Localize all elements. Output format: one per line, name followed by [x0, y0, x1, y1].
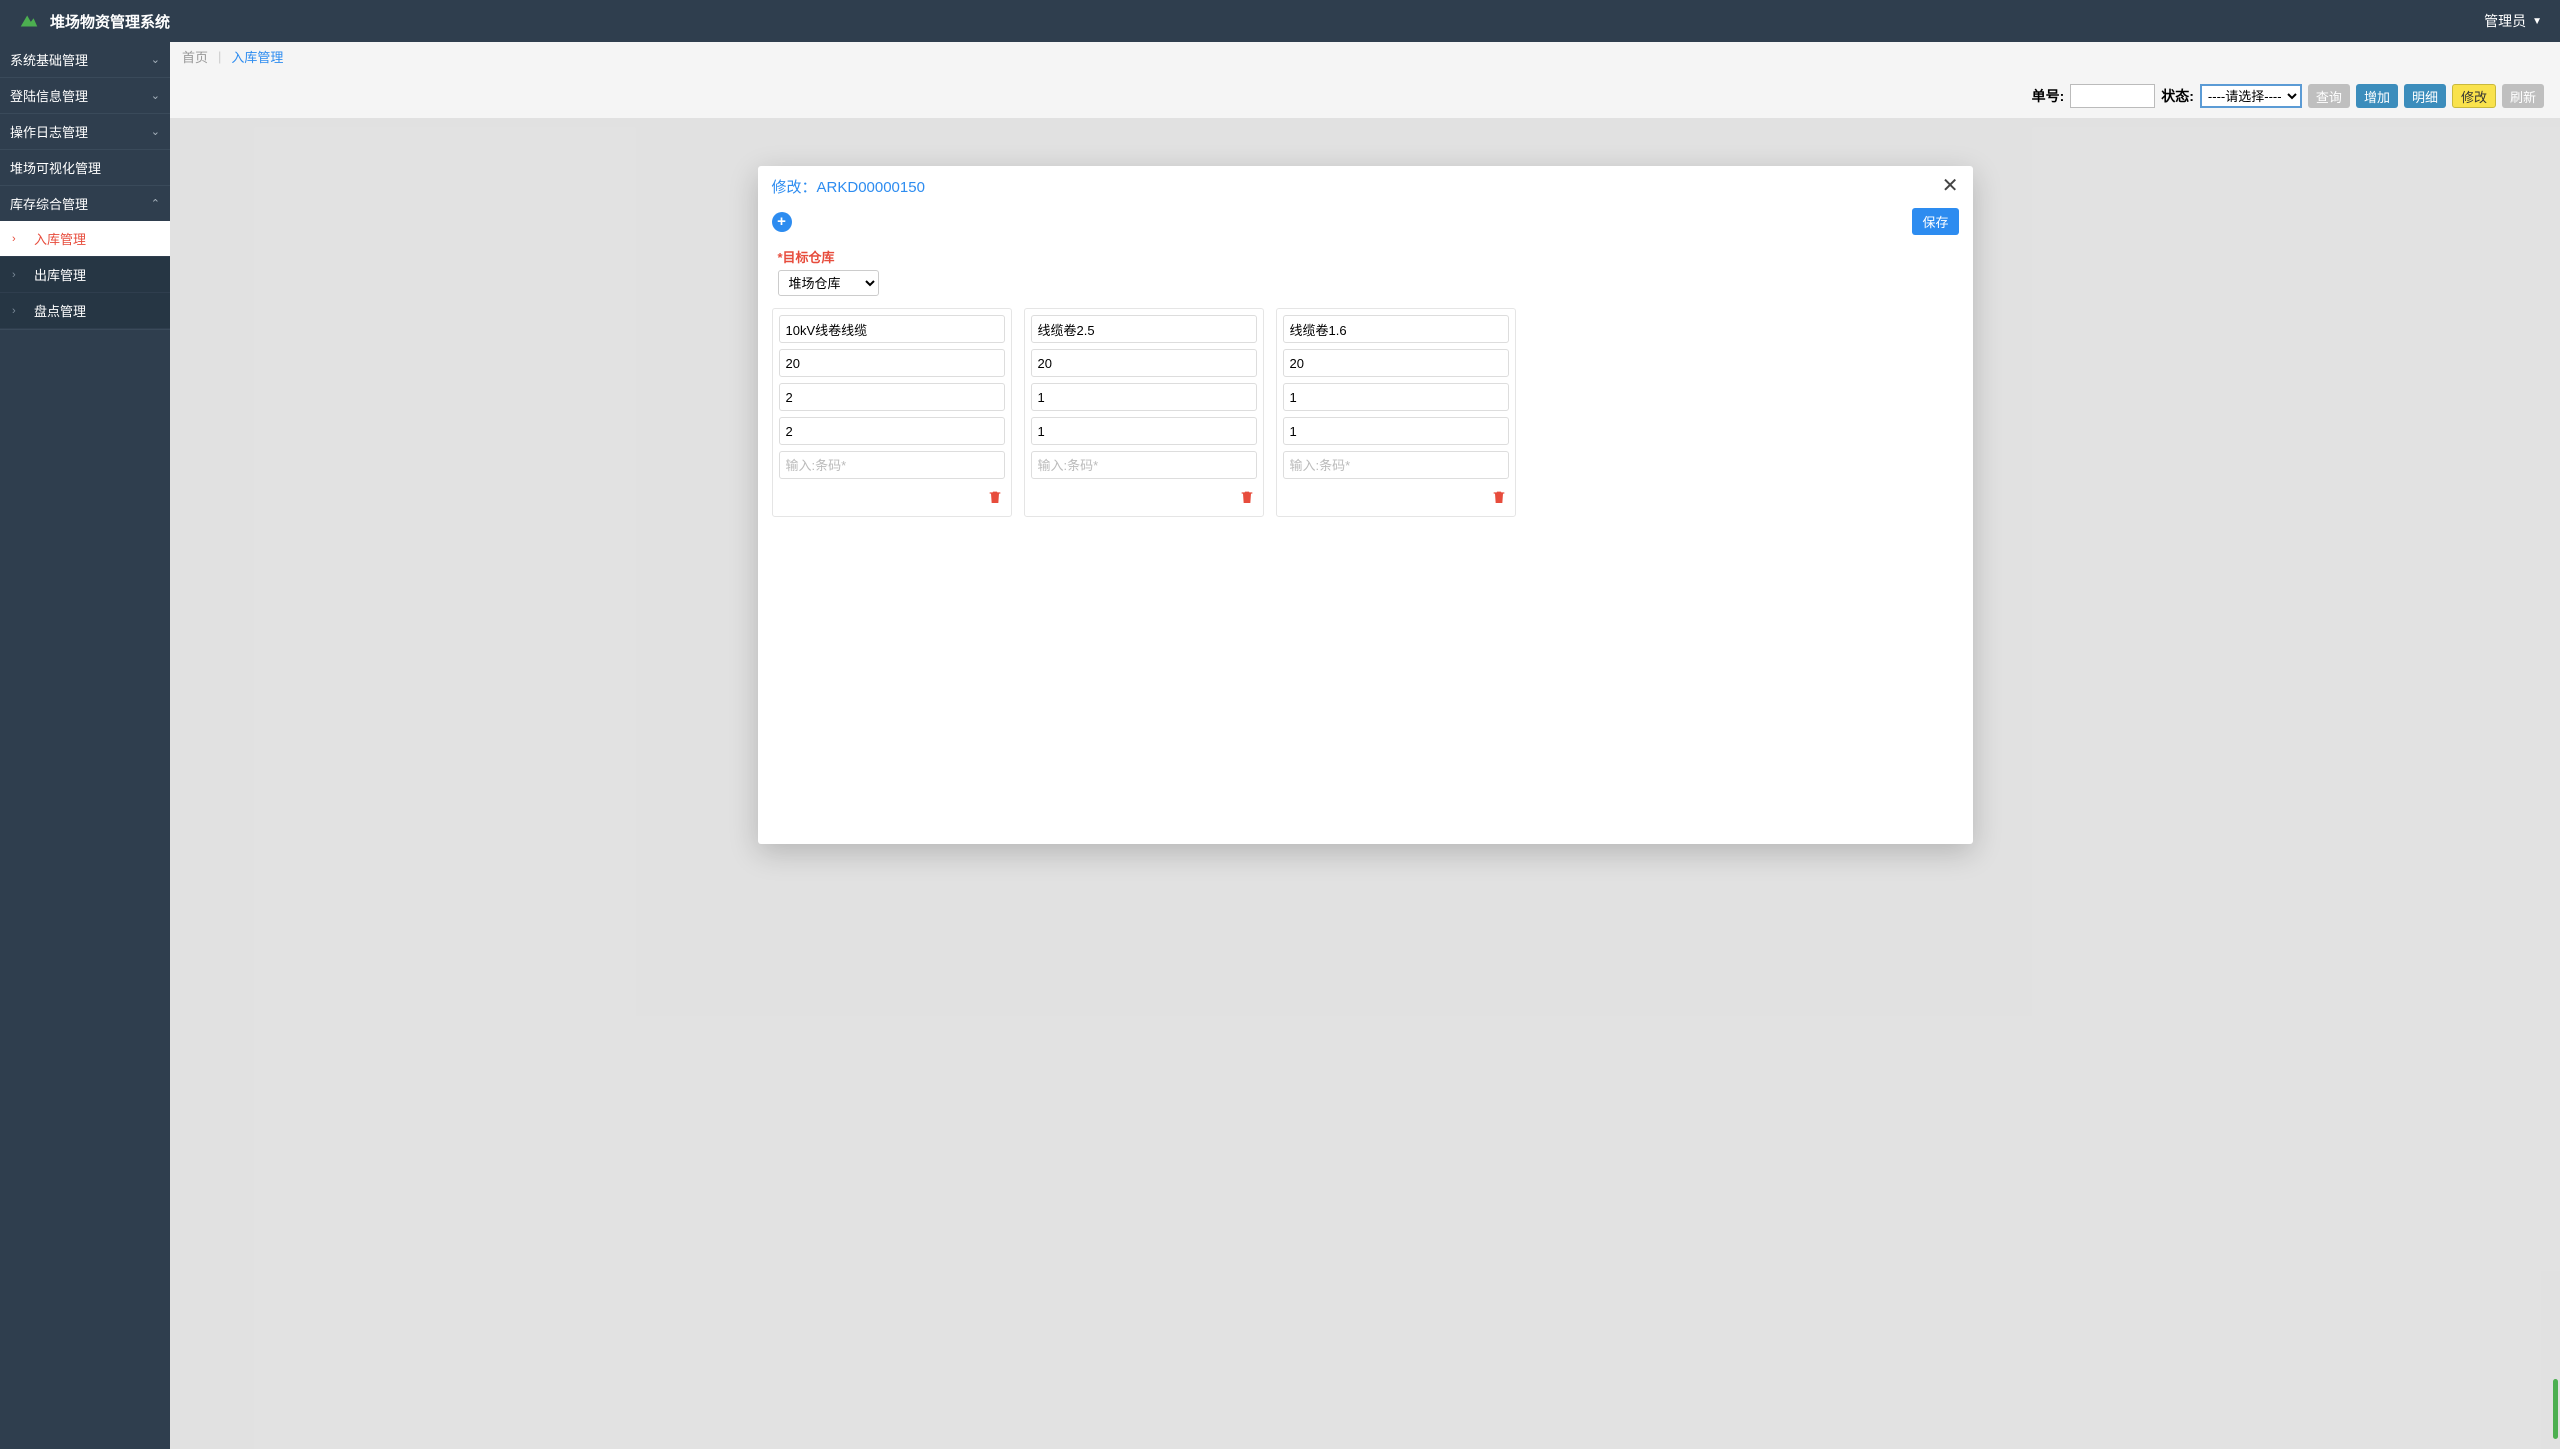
target-select[interactable]: 堆场仓库: [778, 270, 879, 296]
item-field-3[interactable]: [1283, 417, 1509, 445]
modal-title: 修改：ARKD00000150: [772, 176, 925, 197]
scroll-indicator[interactable]: [2553, 1379, 2558, 1439]
nav-label: 库存综合管理: [10, 194, 88, 213]
edit-modal: 修改：ARKD00000150 ✕ + 保存: [758, 166, 1973, 844]
item-field-2[interactable]: [1283, 383, 1509, 411]
nav-label: 系统基础管理: [10, 50, 88, 69]
user-menu[interactable]: 管理员 ▼: [2484, 11, 2542, 31]
item-name-input[interactable]: [779, 315, 1005, 343]
app-header: 堆场物资管理系统 管理员 ▼: [0, 0, 2560, 42]
modal-body: *目标仓库 堆场仓库: [758, 243, 1973, 844]
item-field-1[interactable]: [1031, 349, 1257, 377]
item-name-input[interactable]: [1283, 315, 1509, 343]
item-field-2[interactable]: [1031, 383, 1257, 411]
item-card: [1024, 308, 1264, 517]
modal-title-prefix: 修改：: [772, 179, 817, 196]
sidebar-item-label: 出库管理: [34, 265, 86, 284]
chevron-down-icon: ⌄: [151, 89, 160, 102]
close-button[interactable]: ✕: [1942, 176, 1959, 196]
nav-group-inventory[interactable]: 库存综合管理 ⌃: [0, 186, 170, 221]
target-warehouse-field: *目标仓库 堆场仓库: [772, 247, 1959, 296]
sidebar: 系统基础管理 ⌄ 登陆信息管理 ⌄ 操作日志管理 ⌄ 堆场可视化管理: [0, 42, 170, 1449]
sidebar-item-label: 入库管理: [34, 229, 86, 248]
chevron-up-icon: ⌃: [151, 197, 160, 210]
nav-label: 登陆信息管理: [10, 86, 88, 105]
item-barcode-input[interactable]: [779, 451, 1005, 479]
modal-toolbar: + 保存: [758, 206, 1973, 243]
sidebar-item-outbound[interactable]: › 出库管理: [0, 257, 170, 293]
item-field-2[interactable]: [779, 383, 1005, 411]
delete-item-button[interactable]: [1489, 487, 1509, 510]
modal-backdrop: 修改：ARKD00000150 ✕ + 保存: [170, 42, 2560, 1449]
chevron-right-icon: ›: [12, 269, 24, 281]
close-icon: ✕: [1942, 175, 1959, 197]
item-field-1[interactable]: [779, 349, 1005, 377]
item-card: [772, 308, 1012, 517]
sidebar-item-inbound[interactable]: › 入库管理: [0, 221, 170, 257]
delete-item-button[interactable]: [1237, 487, 1257, 510]
trash-icon: [987, 489, 1003, 505]
item-barcode-input[interactable]: [1031, 451, 1257, 479]
sidebar-item-inventory[interactable]: › 盘点管理: [0, 293, 170, 329]
chevron-down-icon: ⌄: [151, 53, 160, 66]
item-field-3[interactable]: [779, 417, 1005, 445]
item-card: [1276, 308, 1516, 517]
nav-group-log[interactable]: 操作日志管理 ⌄: [0, 114, 170, 149]
sidebar-item-label: 盘点管理: [34, 301, 86, 320]
nav-group-login[interactable]: 登陆信息管理 ⌄: [0, 78, 170, 113]
brand-logo-icon: [18, 10, 40, 32]
item-cards: [772, 308, 1959, 517]
nav-group-system[interactable]: 系统基础管理 ⌄: [0, 42, 170, 77]
chevron-down-icon: ⌄: [151, 125, 160, 138]
chevron-right-icon: ›: [12, 233, 24, 245]
nav-group-visual[interactable]: 堆场可视化管理: [0, 150, 170, 185]
save-button[interactable]: 保存: [1912, 208, 1958, 235]
trash-icon: [1239, 489, 1255, 505]
modal-header: 修改：ARKD00000150 ✕: [758, 166, 1973, 206]
add-row-button[interactable]: +: [772, 212, 792, 232]
user-label: 管理员: [2484, 11, 2526, 31]
chevron-right-icon: ›: [12, 305, 24, 317]
trash-icon: [1491, 489, 1507, 505]
modal-record-id: ARKD00000150: [817, 179, 925, 196]
nav-label: 操作日志管理: [10, 122, 88, 141]
target-label: *目标仓库: [778, 247, 1959, 266]
main-content: 首页 | 入库管理 单号: 状态: ----请选择---- 查询 增加 明细 修…: [170, 42, 2560, 1449]
brand: 堆场物资管理系统: [18, 10, 170, 32]
item-barcode-input[interactable]: [1283, 451, 1509, 479]
nav-label: 堆场可视化管理: [10, 158, 101, 177]
item-name-input[interactable]: [1031, 315, 1257, 343]
delete-item-button[interactable]: [985, 487, 1005, 510]
item-field-1[interactable]: [1283, 349, 1509, 377]
app-title: 堆场物资管理系统: [50, 11, 170, 32]
plus-icon: +: [777, 213, 786, 230]
caret-down-icon: ▼: [2532, 16, 2542, 27]
item-field-3[interactable]: [1031, 417, 1257, 445]
